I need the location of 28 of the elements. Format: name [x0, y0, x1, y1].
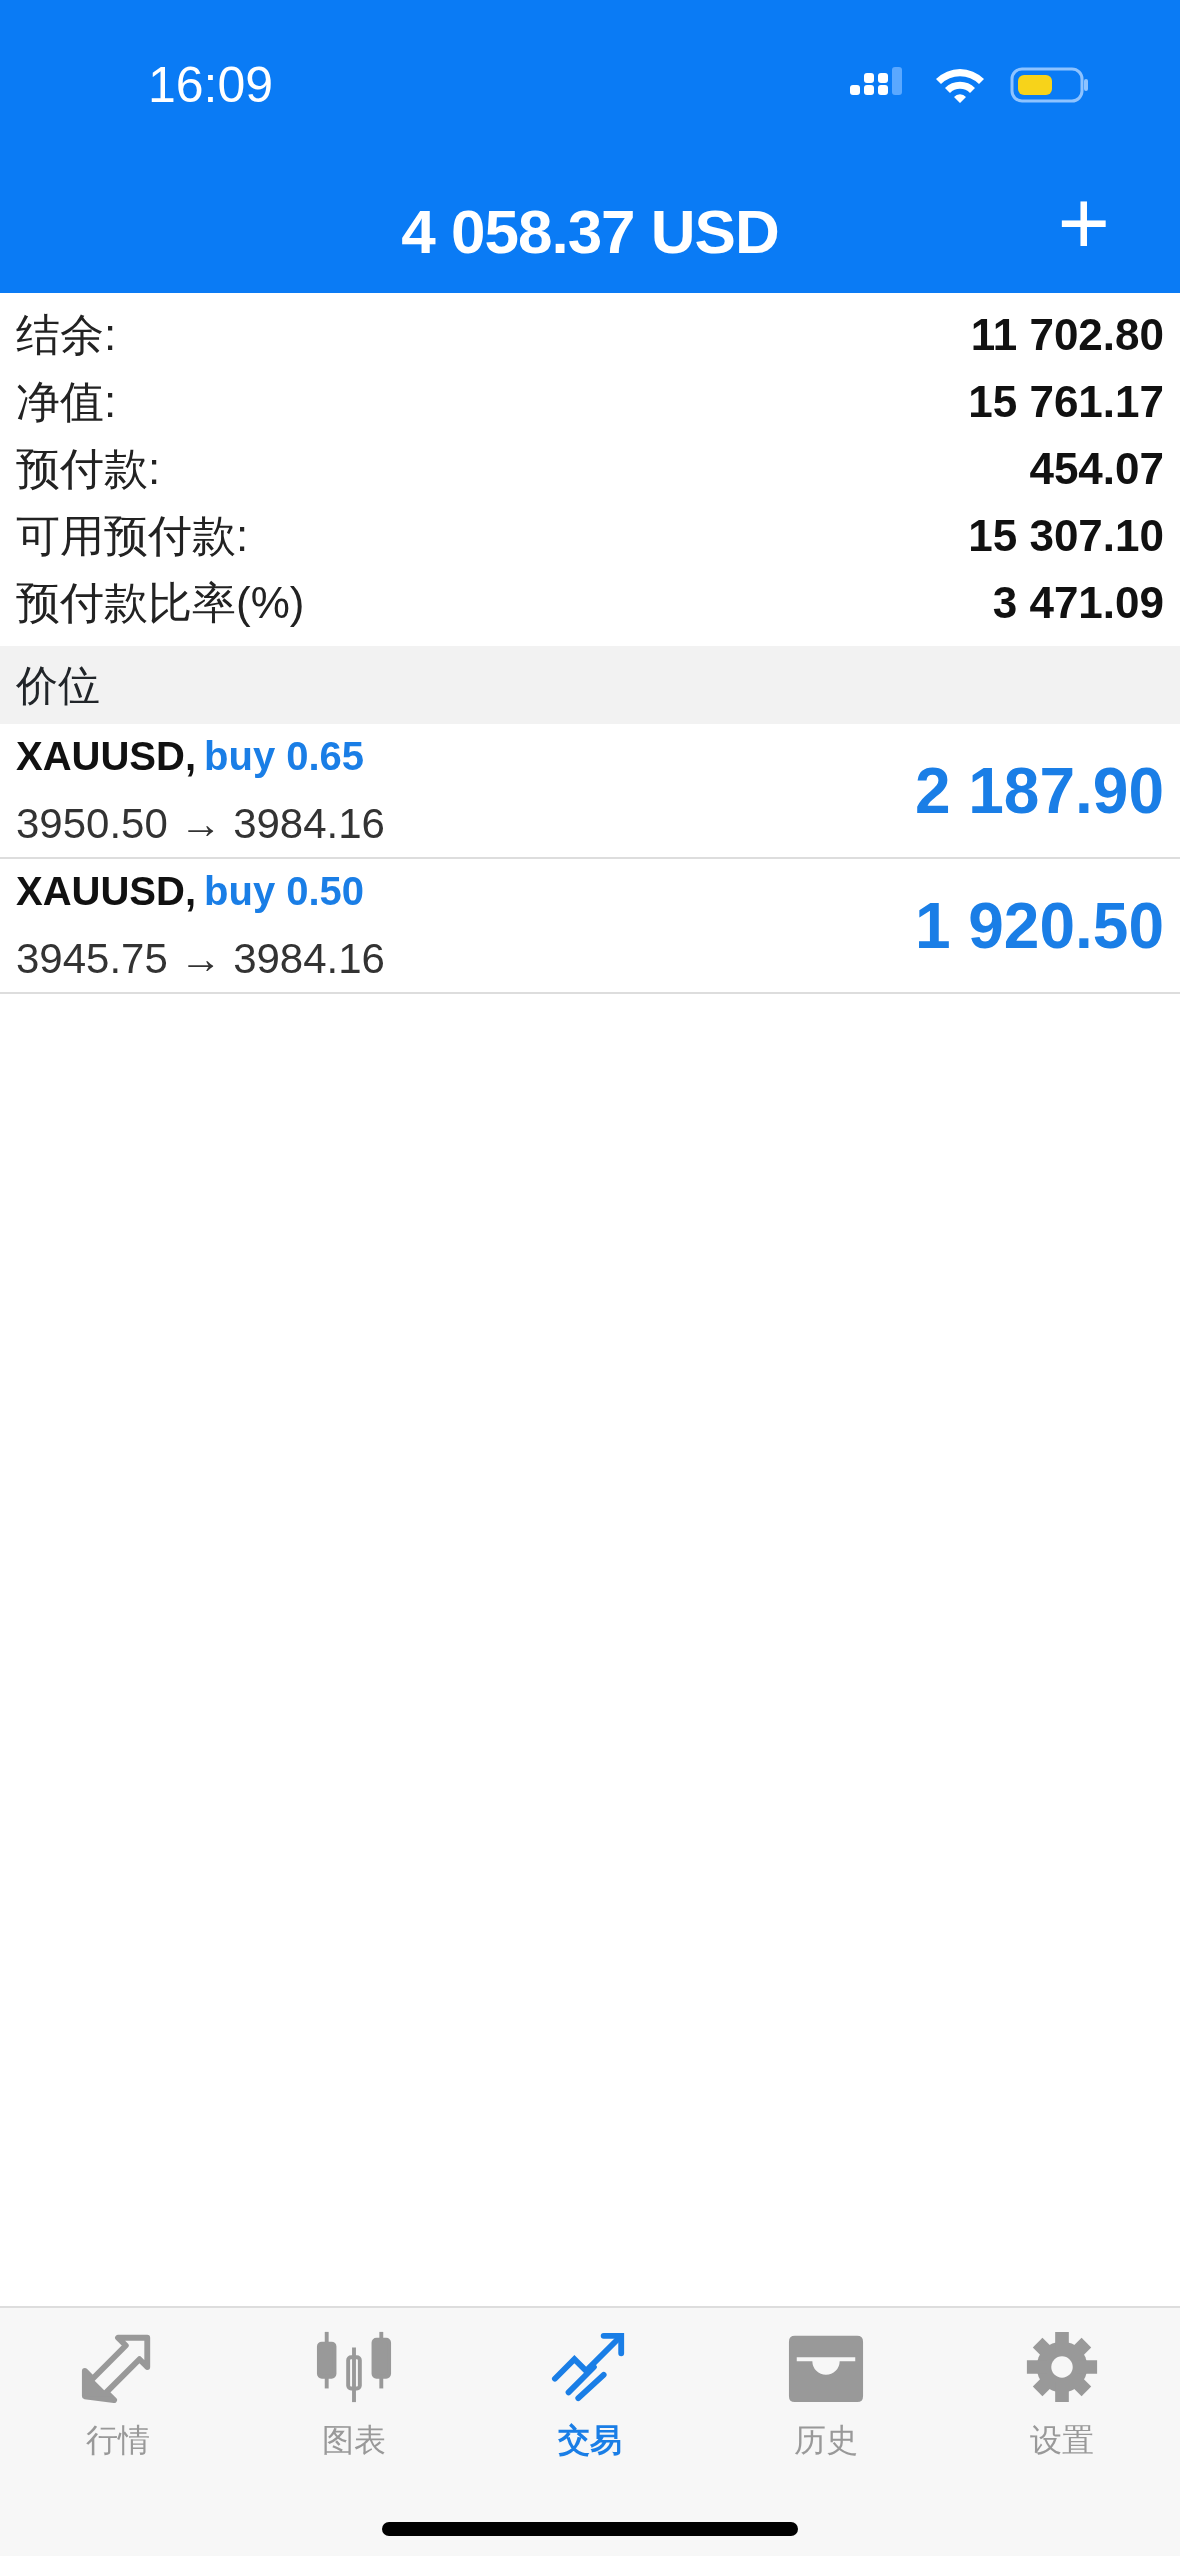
summary-label: 结余:: [16, 308, 117, 361]
summary-label: 净值:: [16, 375, 117, 428]
profit-value: 2 187.90: [914, 753, 1164, 829]
status-time: 16:09: [148, 55, 274, 115]
summary-value: 15 307.10: [968, 509, 1164, 562]
summary-label: 预付款:: [16, 442, 161, 495]
symbol-label: XAUUSD,: [16, 868, 197, 915]
symbol-label: XAUUSD,: [16, 733, 197, 780]
profit-value: 1 920.50: [914, 888, 1164, 964]
summary-value: 11 702.80: [970, 308, 1164, 361]
price-range: 3950.50 → 3984.16: [16, 799, 385, 849]
order-type-label: buy 0.50: [204, 868, 365, 915]
battery-icon: [1010, 65, 1090, 105]
tab-button[interactable]: 行情: [0, 2308, 236, 2465]
summary-value: 3 471.09: [992, 576, 1164, 629]
summary-label: 预付款比率(%): [16, 576, 305, 629]
price-range: 3945.75 → 3984.16: [16, 934, 385, 984]
tab-button[interactable]: 图表: [236, 2308, 472, 2465]
order-type-label: buy 0.65: [204, 733, 365, 780]
tab-button[interactable]: 交易: [472, 2308, 708, 2465]
add-button[interactable]: +: [1047, 178, 1120, 268]
tab-button[interactable]: 设置: [944, 2308, 1180, 2465]
summary-value: 15 761.17: [968, 375, 1164, 428]
account-balance-title: 4 058.37 USD: [401, 196, 779, 268]
summary-label: 可用预付款:: [16, 509, 249, 562]
section-header: 价位: [16, 660, 100, 711]
summary-value: 454.07: [1029, 442, 1164, 495]
tab-button[interactable]: 历史: [708, 2308, 944, 2465]
